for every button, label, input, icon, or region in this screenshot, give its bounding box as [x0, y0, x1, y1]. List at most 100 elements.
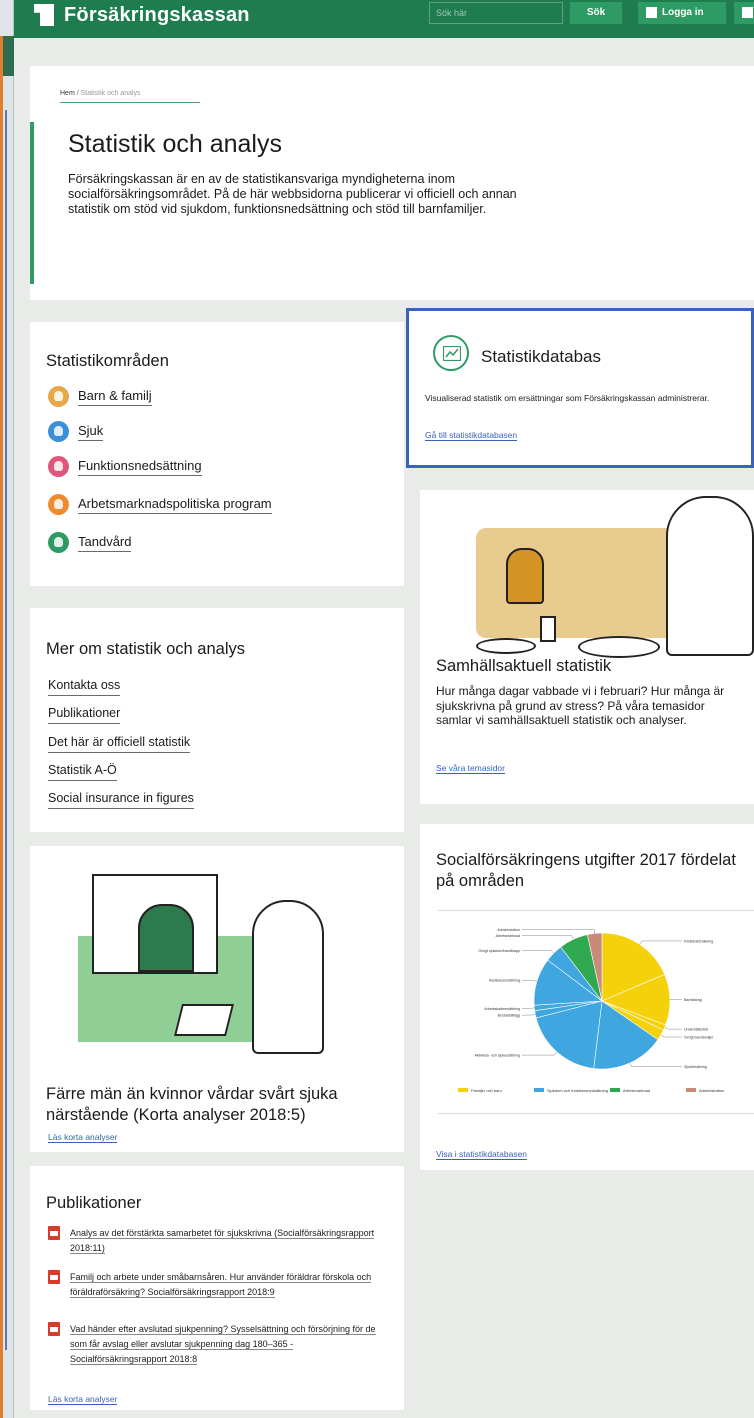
slice-leader-line — [522, 1051, 558, 1056]
society-text: Hur många dagar vabbade vi i februari? H… — [436, 684, 725, 727]
area-label: Tandvård — [78, 534, 132, 552]
brand-logo-icon[interactable] — [34, 4, 54, 26]
breadcrumb-home[interactable]: Hem — [60, 90, 75, 97]
publication-title: Familj och arbete under småbarnsåren. Hu… — [70, 1272, 372, 1298]
breadcrumb-underline — [60, 102, 200, 103]
illustration-adult — [666, 496, 754, 656]
more-about-statistics-card: Mer om statistik och analys Kontakta oss… — [30, 608, 404, 832]
link-statistik-a-o[interactable]: Statistik A-Ö — [48, 763, 117, 781]
background-window-blue-line — [5, 110, 7, 1350]
login-button[interactable]: Logga in — [638, 2, 726, 24]
slice-label: Föräldraförsäkring — [684, 939, 713, 943]
slice-leader-line — [522, 950, 554, 954]
page-title: Statistik och analys — [68, 130, 282, 158]
background-window-edge — [0, 0, 14, 1418]
publications-card: Publikationer Analys av det förstärkta s… — [30, 1166, 404, 1410]
hero-section: Hem / Statistik och analys Statistik och… — [30, 66, 754, 300]
slice-leader-line — [522, 1014, 536, 1016]
tooth-icon — [48, 532, 69, 553]
legend-label: Familjer och barn — [471, 1088, 502, 1093]
slice-leader-line — [522, 935, 574, 940]
family-icon — [48, 386, 69, 407]
pdf-icon — [48, 1226, 60, 1240]
hero-accent-bar — [30, 122, 34, 284]
pdf-icon — [48, 1270, 60, 1284]
legend-label: Sjukdom och funktionsnedsättning — [547, 1088, 608, 1093]
slice-label: Barnbidrag — [684, 998, 702, 1002]
slice-leader-line — [522, 979, 537, 982]
care-analysis-card: Färre män än kvinnor vårdar svårt sjuka … — [30, 846, 404, 1152]
slice-label: Administration — [497, 928, 520, 932]
login-icon — [646, 7, 657, 18]
illustration-cup — [540, 616, 556, 642]
publications-title: Publikationer — [46, 1194, 142, 1212]
slice-label: Aktivitets- och sjukersättning — [474, 1054, 520, 1058]
illustration-child — [506, 548, 544, 604]
search-input[interactable]: Sök här — [429, 2, 563, 24]
background-window-orange-line — [0, 36, 3, 1418]
statistics-areas-card: Statistikområden Barn & familj Sjuk Funk… — [30, 322, 404, 586]
illustration-plate — [476, 638, 536, 654]
link-officiell-statistik[interactable]: Det här är officiell statistik — [48, 735, 191, 753]
slice-label: Övrigt barnfamiljer — [684, 1036, 714, 1040]
publications-link[interactable]: Läs korta analyser — [48, 1394, 118, 1405]
publication-title: Analys av det förstärkta samarbetet för … — [70, 1228, 375, 1254]
pie-chart-svg: Föräldraförsäkring Barnbidrag Underhållsst… — [458, 928, 724, 1093]
care-link[interactable]: Läs korta analyser — [48, 1132, 118, 1143]
area-label: Funktionsnedsättning — [78, 458, 202, 476]
link-kontakta-oss[interactable]: Kontakta oss — [48, 678, 121, 696]
costs-title: Socialförsäkringens utgifter 2017 fördel… — [436, 851, 736, 890]
database-link[interactable]: Gå till statistikdatabasen — [425, 430, 518, 441]
areas-title: Statistikområden — [46, 352, 169, 370]
slice-leader-line — [522, 929, 595, 934]
more-title: Mer om statistik och analys — [46, 640, 245, 658]
link-publikationer[interactable]: Publikationer — [48, 706, 121, 724]
legend-swatch — [534, 1088, 544, 1092]
statistics-database-card: Statistikdatabas Visualiserad statistik … — [406, 308, 754, 468]
site-header: Försäkringskassan Sök här Sök Logga in — [14, 0, 754, 38]
care-title: Färre män än kvinnor vårdar svårt sjuka … — [46, 1085, 338, 1124]
sick-icon — [48, 421, 69, 442]
brand-name[interactable]: Försäkringskassan — [64, 4, 250, 27]
menu-button[interactable] — [734, 2, 754, 24]
slice-leader-line — [664, 1027, 682, 1030]
legend-swatch — [686, 1088, 696, 1092]
illustration-tablet — [174, 1004, 234, 1036]
slice-label: Bostadstillägg — [498, 1014, 520, 1018]
expenditure-chart-card: Socialförsäkringens utgifter 2017 fördel… — [420, 824, 754, 1170]
page-intro: Försäkringskassan är en av de statistika… — [68, 172, 517, 216]
login-label: Logga in — [662, 7, 704, 18]
theme-pages-link[interactable]: Se våra temasidor — [436, 763, 505, 774]
legend-swatch — [458, 1088, 468, 1092]
expenditure-pie-chart[interactable]: Föräldraförsäkring Barnbidrag Underhållsst… — [438, 910, 754, 1114]
slice-label: Assistansersättning — [489, 979, 520, 983]
slice-leader-line — [639, 940, 682, 945]
pdf-icon — [48, 1322, 60, 1336]
illustration-person-on-screen — [138, 904, 194, 972]
database-title: Statistikdatabas — [481, 347, 602, 366]
slice-label: Övrigt sjukdom/handikapp — [478, 949, 520, 953]
link-social-insurance[interactable]: Social insurance in figures — [48, 791, 194, 809]
disability-icon — [48, 456, 69, 477]
breadcrumb: Hem / Statistik och analys — [60, 90, 141, 97]
area-label: Barn & familj — [78, 388, 152, 406]
search-button[interactable]: Sök — [570, 2, 622, 24]
breadcrumb-current: Statistik och analys — [80, 90, 141, 97]
society-title: Samhällsaktuell statistik — [436, 657, 612, 675]
family-meal-illustration — [476, 496, 754, 658]
slice-label: Underhållsstöd — [684, 1028, 708, 1032]
line-chart-icon — [433, 335, 469, 371]
menu-icon — [742, 7, 753, 18]
legend-label: Administration — [699, 1088, 724, 1093]
statistics-database-link[interactable]: Visa i statistikdatabasen — [436, 1149, 528, 1160]
illustration-woman — [252, 900, 324, 1054]
legend-label: Arbetsmarknad — [623, 1088, 650, 1093]
slice-leader-line — [660, 1034, 682, 1038]
slice-label: Arbetsmarknad — [496, 934, 520, 938]
labour-market-icon — [48, 494, 69, 515]
illustration-plate — [578, 636, 660, 658]
slice-label: Sjukförsäkring — [684, 1065, 707, 1069]
publication-title: Vad händer efter avslutad sjukpenning? S… — [70, 1324, 376, 1365]
database-description: Visualiserad statistik om ersättningar s… — [425, 393, 710, 403]
legend-swatch — [610, 1088, 620, 1092]
